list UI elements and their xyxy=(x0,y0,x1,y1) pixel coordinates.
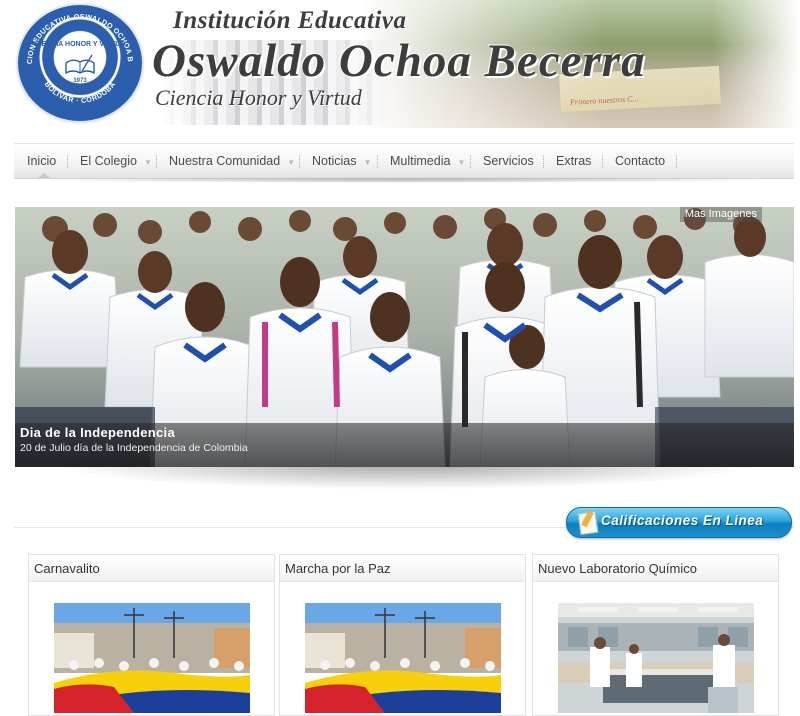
slide-caption: Dia de la Independencia 20 de Julio día … xyxy=(15,423,794,467)
card-title[interactable]: Nuevo Laboratorio Químico xyxy=(538,561,697,576)
logo-seal-graphic: INSTITUCION EDUCATIVA OSWALDO OCHOA BECE… xyxy=(18,5,135,105)
nav-separator xyxy=(470,155,472,168)
nav-item-label: Servicios xyxy=(483,154,534,168)
nav-separator xyxy=(67,155,69,168)
chevron-down-icon: ▼ xyxy=(457,158,466,167)
card-image-peace-march[interactable] xyxy=(305,603,501,713)
chevron-down-icon: ▼ xyxy=(363,158,372,167)
news-card: Nuevo Laboratorio Químico xyxy=(532,554,779,716)
nav-separator xyxy=(156,155,158,168)
nav-separator xyxy=(299,155,301,168)
nav-shadow xyxy=(24,177,784,183)
logo-year: 1973 xyxy=(73,78,87,84)
pencil-document-icon xyxy=(577,510,599,536)
chevron-down-icon: ▼ xyxy=(143,158,152,167)
site-title[interactable]: Oswaldo Ochoa Becerra xyxy=(152,34,646,88)
book-icon xyxy=(65,54,95,75)
svg-text:INSTITUCION EDUCATIVA OSWALDO: INSTITUCION EDUCATIVA OSWALDO OCHOA BECE… xyxy=(18,5,135,64)
nav-item-noticias[interactable]: Noticias ▼ xyxy=(312,144,371,178)
card-title[interactable]: Marcha por la Paz xyxy=(285,561,391,576)
nav-item-label: Extras xyxy=(556,154,592,168)
nav-item-multimedia[interactable]: Multimedia ▼ xyxy=(390,144,465,178)
nav-item-extras[interactable]: Extras xyxy=(556,144,591,178)
online-grades-button[interactable]: Calificaciones En Linea xyxy=(566,507,792,538)
nav-item-nuestra-comunidad[interactable]: Nuestra Comunidad ▼ xyxy=(169,144,295,178)
nav-item-label: Multimedia xyxy=(390,154,451,168)
online-grades-label: Calificaciones En Linea xyxy=(601,513,764,528)
nav-item-label: Contacto xyxy=(615,154,666,168)
card-image-chemistry-lab[interactable] xyxy=(558,603,754,713)
nav-separator xyxy=(543,155,545,168)
nav-item-label: Noticias xyxy=(312,154,357,168)
nav-item-el-colegio[interactable]: El Colegio ▼ xyxy=(80,144,152,178)
school-logo[interactable]: INSTITUCION EDUCATIVA OSWALDO OCHOA BECE… xyxy=(18,5,142,121)
slideshow-shadow xyxy=(22,464,786,492)
news-card: Carnavalito xyxy=(28,554,275,716)
nav-item-label: Inicio xyxy=(27,154,57,168)
main-navigation: Inicio El Colegio ▼ Nuestra Comunidad ▼ No… xyxy=(14,139,794,183)
nav-item-servicios[interactable]: Servicios xyxy=(483,144,534,178)
more-images-link[interactable]: Mas Imagenes xyxy=(679,207,762,222)
logo-ring-text: INSTITUCION EDUCATIVA OSWALDO OCHOA BECE… xyxy=(18,5,135,64)
slide-caption-description: 20 de Julio día de la Independencia de C… xyxy=(20,442,248,454)
chevron-down-icon: ▼ xyxy=(287,158,296,167)
news-card: Marcha por la Paz xyxy=(279,554,526,716)
nav-separator xyxy=(377,155,379,168)
nav-bar: Inicio El Colegio ▼ Nuestra Comunidad ▼ No… xyxy=(14,143,794,179)
logo-center-text: CIENCIA HONOR Y VIRTUD xyxy=(34,41,126,48)
site-motto: Ciencia Honor y Virtud xyxy=(155,85,362,110)
site-header: Primero nuestros C... INSTITUCION EDUCAT… xyxy=(0,0,800,135)
nav-separator xyxy=(676,155,678,168)
card-title[interactable]: Carnavalito xyxy=(34,561,100,576)
nav-item-label: El Colegio xyxy=(80,154,137,168)
nav-item-contacto[interactable]: Contacto xyxy=(615,144,665,178)
nav-separator xyxy=(602,155,604,168)
card-image-flag-parade[interactable] xyxy=(54,603,250,713)
site-subtitle: Institución Educativa xyxy=(173,7,407,34)
card-header: Marcha por la Paz xyxy=(280,555,525,582)
card-header: Carnavalito xyxy=(29,555,274,582)
card-header: Nuevo Laboratorio Químico xyxy=(533,555,778,582)
slide-caption-title[interactable]: Dia de la Independencia xyxy=(20,425,175,440)
nav-item-label: Nuestra Comunidad xyxy=(169,154,281,168)
